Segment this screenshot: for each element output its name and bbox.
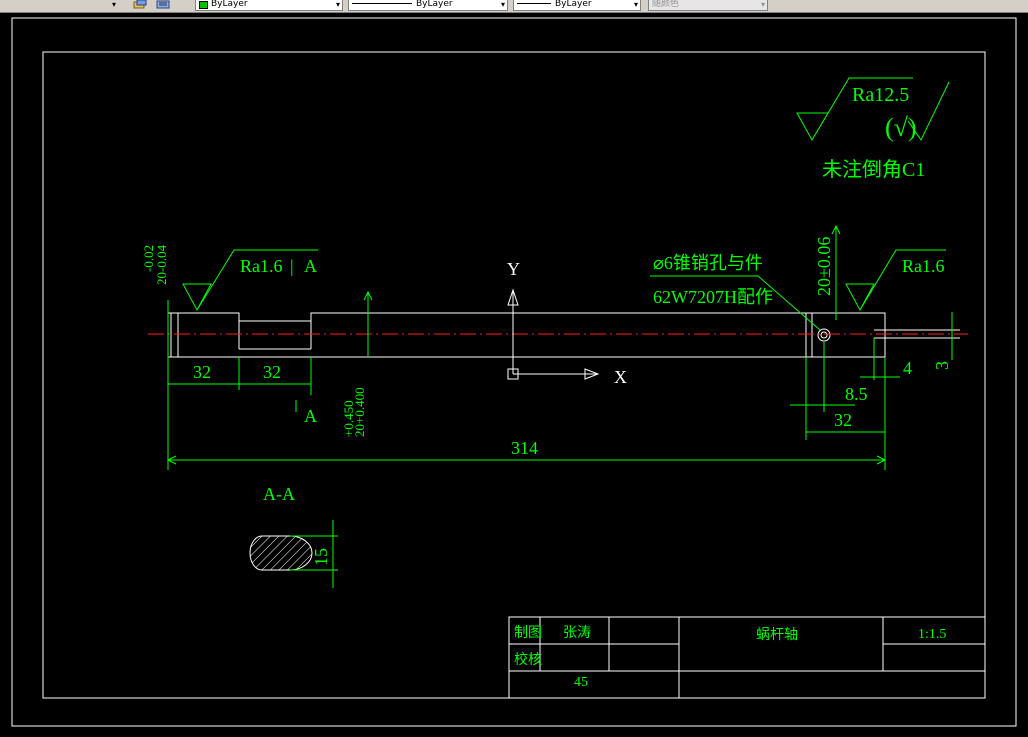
- drawing-svg: Ra12.5 (√) 未注倒角C1 Ra1.6 | A -0.02 20-0.0…: [11, 17, 1017, 727]
- layer-previous-glyph-icon: [156, 0, 170, 9]
- tb-drawn-name: 张涛: [563, 625, 591, 641]
- shaft-outline: [167, 312, 960, 358]
- tol-right: 20±0.06: [814, 237, 834, 296]
- outer-border: [11, 17, 1017, 727]
- dim-8-5: 8.5: [845, 384, 868, 404]
- layer-states-icon[interactable]: [132, 0, 148, 11]
- roughness-left-value: Ra1.6: [240, 256, 283, 276]
- roughness-main-value: Ra12.5: [852, 84, 909, 106]
- tb-checked-label: 校核: [514, 651, 542, 668]
- lineweight-combo-value: ByLayer: [555, 0, 592, 9]
- color-control-combo[interactable]: ByLayer ▾: [195, 0, 343, 11]
- separator-bar: |: [290, 256, 294, 276]
- tb-material: 45: [574, 675, 588, 690]
- drawing-canvas[interactable]: Ra12.5 (√) 未注倒角C1 Ra1.6 | A -0.02 20-0.0…: [0, 13, 1028, 733]
- properties-toolbar: ▾ ByLayer ▾ ByLayer ▾ ByLayer ▾ 随颜色 ▾: [0, 0, 1028, 13]
- dim-15: 15: [311, 548, 331, 566]
- tol-mid-lower: 20+0.400: [352, 387, 367, 437]
- dim-3: 3: [932, 361, 952, 370]
- tb-scale: 1:1.5: [918, 627, 946, 642]
- tb-drawn-label: 制图: [514, 625, 542, 641]
- dim-32-c: 32: [834, 410, 852, 430]
- roughness-bracket: (√): [885, 113, 917, 142]
- linetype-control-combo[interactable]: ByLayer ▾: [348, 0, 508, 11]
- chamfer-note: 未注倒角C1: [822, 158, 925, 181]
- bylayer-color-swatch: [199, 1, 208, 9]
- section-mark-bottom: A: [304, 406, 317, 426]
- plotstyle-control-combo[interactable]: 随颜色 ▾: [648, 0, 768, 11]
- section-mark-top: A: [304, 256, 317, 276]
- dim-314: 314: [511, 438, 538, 458]
- linetype-preview: [352, 3, 412, 4]
- dim-32-a: 32: [193, 362, 211, 382]
- lineweight-preview: [517, 3, 551, 4]
- tol-left-lower: 20-0.04: [154, 244, 169, 285]
- chevron-down-icon: ▾: [335, 0, 340, 9]
- color-combo-value: ByLayer: [211, 0, 248, 9]
- layer-state-dropdown[interactable]: ▾: [112, 0, 128, 11]
- roughness-right-value: Ra1.6: [902, 256, 945, 276]
- right-dimension-lines: [790, 312, 953, 440]
- pin-note-line1: ⌀6锥销孔与件: [653, 253, 763, 273]
- axis-y-label: Y: [507, 259, 520, 279]
- axis-x-label: X: [614, 367, 627, 387]
- chevron-down-icon: ▾: [112, 0, 117, 9]
- tb-part-name: 蜗杆轴: [756, 627, 798, 643]
- dim-32-b: 32: [263, 362, 281, 382]
- section-title: A-A: [263, 484, 295, 504]
- inner-border: [42, 51, 986, 699]
- dim-4: 4: [903, 358, 912, 378]
- pin-note-line2: 62W7207H配作: [653, 287, 773, 307]
- chevron-down-icon: ▾: [633, 0, 638, 9]
- chevron-down-icon: ▾: [760, 0, 765, 9]
- plotstyle-combo-value: 随颜色: [652, 0, 680, 9]
- layers-icon: [133, 0, 147, 9]
- layer-previous-icon[interactable]: [155, 0, 173, 11]
- lineweight-control-combo[interactable]: ByLayer ▾: [513, 0, 641, 11]
- chevron-down-icon: ▾: [500, 0, 505, 9]
- linetype-combo-value: ByLayer: [416, 0, 453, 9]
